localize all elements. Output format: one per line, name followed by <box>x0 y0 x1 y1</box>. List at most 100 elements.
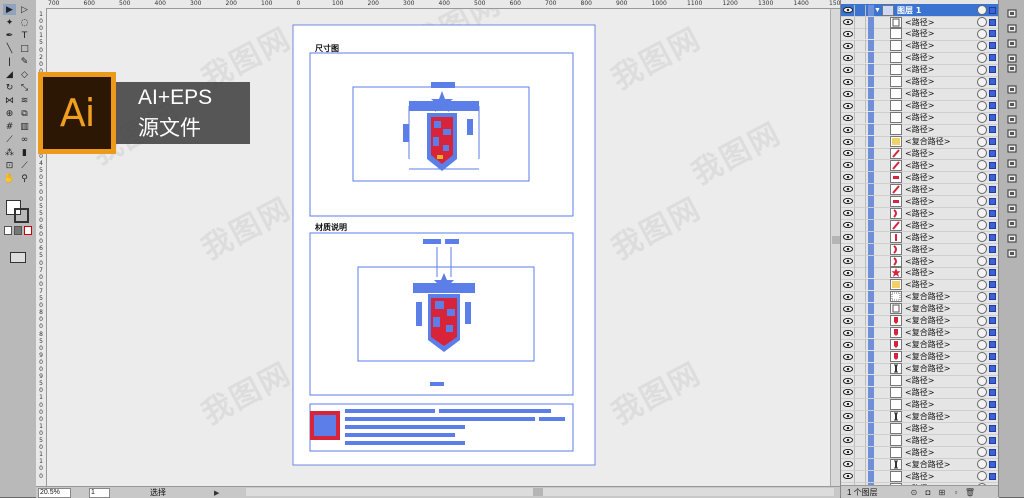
lock-toggle[interactable] <box>854 446 866 458</box>
selection-indicator[interactable] <box>989 245 996 253</box>
layer-item-label[interactable]: <路径> <box>905 148 977 159</box>
layer-item-label[interactable]: <路径> <box>905 279 977 290</box>
target-circle-icon[interactable] <box>977 435 987 446</box>
visibility-eye-icon[interactable] <box>841 148 854 159</box>
lock-toggle[interactable] <box>854 375 866 386</box>
target-circle-icon[interactable] <box>977 315 987 326</box>
lock-toggle[interactable] <box>854 88 866 100</box>
symbols-panel-icon[interactable] <box>1006 23 1017 33</box>
lock-toggle[interactable] <box>854 4 866 16</box>
visibility-eye-icon[interactable] <box>841 124 854 135</box>
selection-indicator[interactable] <box>989 126 996 134</box>
lock-toggle[interactable] <box>854 183 866 195</box>
visibility-eye-icon[interactable] <box>841 279 854 290</box>
target-circle-icon[interactable] <box>977 303 987 314</box>
lock-toggle[interactable] <box>854 434 866 446</box>
lock-toggle[interactable] <box>854 100 866 112</box>
lock-toggle[interactable] <box>854 291 866 303</box>
visibility-eye-icon[interactable] <box>841 256 854 267</box>
layer-item-label[interactable]: <路径> <box>905 399 977 410</box>
lock-toggle[interactable] <box>854 76 866 88</box>
selection-indicator[interactable] <box>989 377 996 384</box>
scale-icon[interactable]: ⤡ <box>18 82 31 93</box>
visibility-eye-icon[interactable] <box>841 471 854 482</box>
lock-toggle[interactable] <box>854 351 866 363</box>
visibility-eye-icon[interactable] <box>841 267 854 278</box>
selection-indicator[interactable] <box>989 42 996 50</box>
visibility-eye-icon[interactable] <box>841 447 854 458</box>
direct-selection-icon[interactable]: ▷ <box>18 4 31 15</box>
layer-item-label[interactable]: <路径> <box>905 244 977 255</box>
visibility-eye-icon[interactable] <box>841 5 854 16</box>
perspective-icon[interactable]: ⧉ <box>18 108 31 119</box>
layer-item-label[interactable]: <路径> <box>905 172 977 183</box>
layer-item-label[interactable]: <复合路径> <box>905 351 977 362</box>
lock-toggle[interactable] <box>854 458 866 470</box>
lock-toggle[interactable] <box>854 303 866 315</box>
visibility-eye-icon[interactable] <box>841 339 854 350</box>
layer-item-label[interactable]: <路径> <box>905 17 977 28</box>
rectangle-icon[interactable]: □ <box>18 43 31 54</box>
lock-toggle[interactable] <box>854 124 866 136</box>
layer-item-label[interactable]: <路径> <box>905 124 977 135</box>
lock-toggle[interactable] <box>854 398 866 410</box>
screen-mode-icon[interactable] <box>10 252 26 263</box>
horizontal-ruler[interactable]: 700 600 500 400 300 200 100 0 100 200 300 400 500 600… <box>36 0 840 9</box>
lock-toggle[interactable] <box>854 195 866 207</box>
layer-item-label[interactable]: <复合路径> <box>905 315 977 326</box>
layer-item-label[interactable]: <路径> <box>905 232 977 243</box>
locate-object-icon[interactable]: ⊙ <box>907 488 921 497</box>
selection-indicator[interactable] <box>989 185 996 193</box>
selection-indicator[interactable] <box>989 233 996 241</box>
selection-indicator[interactable] <box>989 6 996 14</box>
layer-item-label[interactable]: <复合路径> <box>905 327 977 338</box>
color-mode-icon[interactable] <box>4 226 12 235</box>
selection-indicator[interactable] <box>989 353 996 361</box>
layer-item-label[interactable]: <路径> <box>905 52 977 63</box>
target-circle-icon[interactable] <box>977 124 987 135</box>
selection-indicator[interactable] <box>989 269 996 277</box>
lock-toggle[interactable] <box>854 279 866 291</box>
magic-wand-icon[interactable]: ✦ <box>3 17 16 28</box>
lock-toggle[interactable] <box>854 470 866 482</box>
lock-toggle[interactable] <box>854 267 866 279</box>
layer-item-label[interactable]: <复合路径> <box>905 303 977 314</box>
layer-name[interactable]: 图层 1 <box>897 5 977 16</box>
target-circle-icon[interactable] <box>977 375 987 386</box>
selection-indicator[interactable] <box>989 54 996 62</box>
align-icon[interactable] <box>1006 128 1017 138</box>
selection-indicator[interactable] <box>989 78 996 86</box>
visibility-eye-icon[interactable] <box>841 399 854 410</box>
visibility-eye-icon[interactable] <box>841 220 854 231</box>
selection-indicator[interactable] <box>989 221 996 229</box>
target-circle-icon[interactable] <box>977 459 987 470</box>
selection-indicator[interactable] <box>989 149 996 157</box>
selection-indicator[interactable] <box>989 281 996 289</box>
lock-toggle[interactable] <box>854 243 866 255</box>
layer-item-label[interactable]: <路径> <box>905 423 977 434</box>
selection-indicator[interactable] <box>989 30 996 38</box>
visibility-eye-icon[interactable] <box>841 244 854 255</box>
make-clipping-mask-icon[interactable]: ◘ <box>921 488 935 497</box>
visibility-eye-icon[interactable] <box>841 184 854 195</box>
visibility-eye-icon[interactable] <box>841 351 854 362</box>
lock-toggle[interactable] <box>854 363 866 375</box>
type-icon[interactable]: T <box>18 30 31 41</box>
target-circle-icon[interactable] <box>977 279 987 290</box>
selection-indicator[interactable] <box>989 388 996 396</box>
layer-item-label[interactable]: <复合路径> <box>905 291 977 302</box>
pathfinder-icon[interactable] <box>1006 143 1017 153</box>
layer-item-label[interactable]: <路径> <box>905 435 977 446</box>
lock-toggle[interactable] <box>854 112 866 124</box>
target-circle-icon[interactable] <box>977 196 987 207</box>
lock-toggle[interactable] <box>854 40 866 52</box>
visibility-eye-icon[interactable] <box>841 291 854 302</box>
target-circle-icon[interactable] <box>977 363 987 374</box>
visibility-eye-icon[interactable] <box>841 28 854 39</box>
lock-toggle[interactable] <box>854 28 866 40</box>
visibility-eye-icon[interactable] <box>841 100 854 111</box>
scroll-thumb[interactable] <box>832 236 840 244</box>
selection-indicator[interactable] <box>989 448 996 456</box>
lock-toggle[interactable] <box>854 410 866 422</box>
visibility-eye-icon[interactable] <box>841 303 854 314</box>
